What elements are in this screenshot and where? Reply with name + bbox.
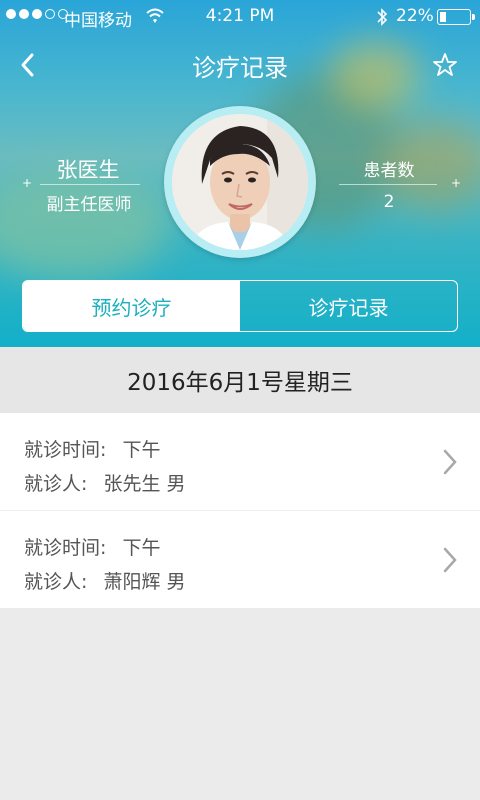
doctor-portrait [172, 114, 308, 250]
plus-icon: + [22, 176, 33, 190]
patients-divider [339, 184, 437, 185]
visit-time-value: 下午 [122, 439, 161, 461]
battery-percent: 22% [396, 6, 434, 26]
visit-time-row: 就诊时间: 下午 [24, 533, 160, 560]
tab-segment-control: 预约诊疗 诊疗记录 [22, 280, 458, 332]
doctor-name: 张医生 [56, 158, 120, 182]
doctor-divider [40, 184, 140, 185]
tab-records[interactable]: 诊疗记录 [240, 281, 457, 331]
visit-time-value: 下午 [122, 537, 161, 559]
patient-row: 就诊人: 萧阳辉 男 [24, 567, 186, 594]
record-item[interactable]: 就诊时间: 下午 就诊人: 张先生 男 [0, 413, 480, 510]
doctor-avatar[interactable] [172, 114, 308, 250]
visit-time-row: 就诊时间: 下午 [24, 435, 160, 462]
bluetooth-icon [377, 8, 388, 26]
profile-header: 中国移动 4:21 PM 22% 诊疗记录 张医生 + 副主任医师 患者数 + … [0, 0, 480, 347]
patients-label: 患者数 [363, 161, 415, 181]
star-icon[interactable] [431, 51, 459, 79]
chevron-right-icon [443, 547, 457, 573]
plus-icon: + [451, 176, 462, 190]
patient-label: 就诊人: [24, 571, 88, 593]
chevron-right-icon [443, 449, 457, 475]
page-title: 诊疗记录 [192, 54, 288, 82]
patient-row: 就诊人: 张先生 男 [24, 469, 186, 496]
patient-value: 萧阳辉 男 [103, 571, 186, 593]
visit-time-label: 就诊时间: [24, 537, 107, 559]
doctor-title: 副主任医师 [46, 195, 132, 215]
record-item[interactable]: 就诊时间: 下午 就诊人: 萧阳辉 男 [0, 511, 480, 608]
patient-label: 就诊人: [24, 473, 88, 495]
date-header: 2016年6月1号星期三 [0, 347, 480, 413]
status-bar: 中国移动 4:21 PM 22% [0, 0, 480, 34]
visit-time-label: 就诊时间: [24, 439, 107, 461]
tab-appointment[interactable]: 预约诊疗 [23, 281, 240, 331]
patients-count: 2 [383, 192, 395, 212]
patient-value: 张先生 男 [103, 473, 186, 495]
battery-icon [437, 9, 475, 25]
